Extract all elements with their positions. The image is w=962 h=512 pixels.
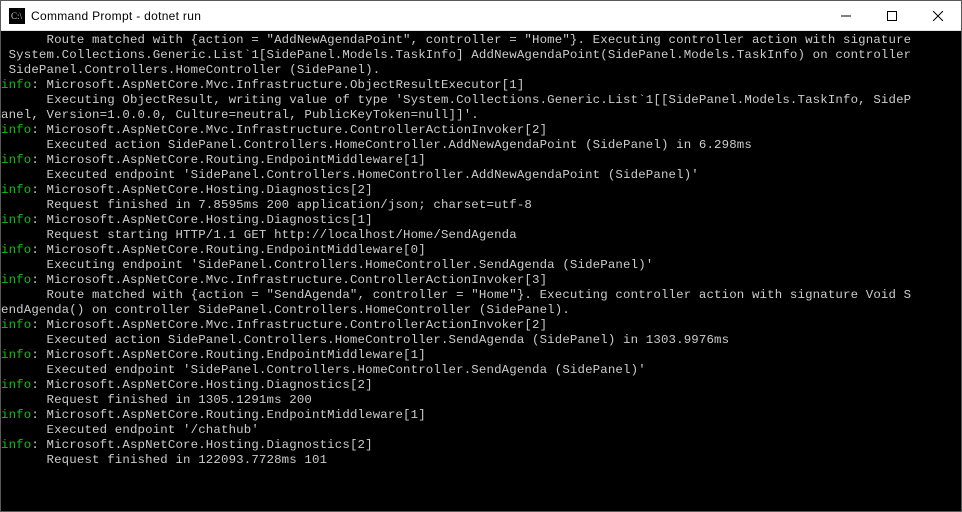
log-text: : Microsoft.AspNetCore.Routing.EndpointM… [31, 408, 425, 422]
terminal-output[interactable]: Route matched with {action = "AddNewAgen… [1, 31, 961, 511]
log-line: Request finished in 1305.1291ms 200 [1, 393, 961, 408]
log-line: info: Microsoft.AspNetCore.Mvc.Infrastru… [1, 318, 961, 333]
log-line: Route matched with {action = "SendAgenda… [1, 288, 961, 303]
log-text: System.Collections.Generic.List`1[SidePa… [1, 48, 911, 62]
log-line: info: Microsoft.AspNetCore.Mvc.Infrastru… [1, 123, 961, 138]
log-level-info: info [1, 153, 31, 167]
log-text: : Microsoft.AspNetCore.Routing.EndpointM… [31, 348, 425, 362]
log-line: Executed endpoint 'SidePanel.Controllers… [1, 168, 961, 183]
log-text: Executed action SidePanel.Controllers.Ho… [1, 138, 752, 152]
svg-text:C:\: C:\ [11, 11, 23, 21]
log-text: Route matched with {action = "AddNewAgen… [1, 33, 911, 47]
log-text: : Microsoft.AspNetCore.Mvc.Infrastructur… [31, 318, 547, 332]
log-text: endAgenda() on controller SidePanel.Cont… [1, 303, 570, 317]
log-line: SidePanel.Controllers.HomeController (Si… [1, 63, 961, 78]
log-level-info: info [1, 408, 31, 422]
log-level-info: info [1, 183, 31, 197]
minimize-button[interactable] [823, 1, 869, 31]
log-level-info: info [1, 213, 31, 227]
log-line: System.Collections.Generic.List`1[SidePa… [1, 48, 961, 63]
log-text: Request finished in 122093.7728ms 101 [1, 453, 327, 467]
log-line: endAgenda() on controller SidePanel.Cont… [1, 303, 961, 318]
log-line: info: Microsoft.AspNetCore.Hosting.Diagn… [1, 378, 961, 393]
log-line: info: Microsoft.AspNetCore.Mvc.Infrastru… [1, 273, 961, 288]
log-level-info: info [1, 123, 31, 137]
log-line: anel, Version=1.0.0.0, Culture=neutral, … [1, 108, 961, 123]
log-line: Request finished in 7.8595ms 200 applica… [1, 198, 961, 213]
log-text: Request finished in 7.8595ms 200 applica… [1, 198, 532, 212]
log-level-info: info [1, 273, 31, 287]
log-text: : Microsoft.AspNetCore.Mvc.Infrastructur… [31, 123, 547, 137]
log-level-info: info [1, 318, 31, 332]
titlebar[interactable]: C:\ Command Prompt - dotnet run [1, 1, 961, 31]
log-line: info: Microsoft.AspNetCore.Routing.Endpo… [1, 153, 961, 168]
window-title: Command Prompt - dotnet run [31, 9, 201, 23]
minimize-icon [841, 11, 851, 21]
log-text: : Microsoft.AspNetCore.Routing.EndpointM… [31, 243, 425, 257]
log-line: info: Microsoft.AspNetCore.Hosting.Diagn… [1, 213, 961, 228]
log-text: anel, Version=1.0.0.0, Culture=neutral, … [1, 108, 479, 122]
log-text: Executing ObjectResult, writing value of… [1, 93, 911, 107]
log-text: Route matched with {action = "SendAgenda… [1, 288, 911, 302]
log-level-info: info [1, 438, 31, 452]
log-level-info: info [1, 78, 31, 92]
log-text: Executing endpoint 'SidePanel.Controller… [1, 258, 653, 272]
log-text: : Microsoft.AspNetCore.Mvc.Infrastructur… [31, 78, 524, 92]
log-line: info: Microsoft.AspNetCore.Routing.Endpo… [1, 348, 961, 363]
log-line: Request starting HTTP/1.1 GET http://loc… [1, 228, 961, 243]
cmd-icon: C:\ [9, 8, 25, 24]
log-line: Request finished in 122093.7728ms 101 [1, 453, 961, 468]
log-text: : Microsoft.AspNetCore.Hosting.Diagnosti… [31, 183, 372, 197]
log-text: Executed endpoint 'SidePanel.Controllers… [1, 363, 646, 377]
log-line: info: Microsoft.AspNetCore.Mvc.Infrastru… [1, 78, 961, 93]
log-text: Executed endpoint 'SidePanel.Controllers… [1, 168, 699, 182]
log-text: : Microsoft.AspNetCore.Mvc.Infrastructur… [31, 273, 547, 287]
log-level-info: info [1, 243, 31, 257]
log-line: Executing ObjectResult, writing value of… [1, 93, 961, 108]
log-line: info: Microsoft.AspNetCore.Routing.Endpo… [1, 408, 961, 423]
log-text: Request finished in 1305.1291ms 200 [1, 393, 312, 407]
log-text: : Microsoft.AspNetCore.Hosting.Diagnosti… [31, 378, 372, 392]
log-text: : Microsoft.AspNetCore.Hosting.Diagnosti… [31, 213, 372, 227]
close-icon [933, 11, 943, 21]
log-line: info: Microsoft.AspNetCore.Routing.Endpo… [1, 243, 961, 258]
log-level-info: info [1, 378, 31, 392]
maximize-icon [887, 11, 897, 21]
log-level-info: info [1, 348, 31, 362]
log-text: Executed endpoint '/chathub' [1, 423, 259, 437]
close-button[interactable] [915, 1, 961, 31]
log-text: : Microsoft.AspNetCore.Routing.EndpointM… [31, 153, 425, 167]
log-text: : Microsoft.AspNetCore.Hosting.Diagnosti… [31, 438, 372, 452]
log-line: Executed action SidePanel.Controllers.Ho… [1, 333, 961, 348]
log-text: Executed action SidePanel.Controllers.Ho… [1, 333, 729, 347]
maximize-button[interactable] [869, 1, 915, 31]
cmd-window: C:\ Command Prompt - dotnet run Route ma… [0, 0, 962, 512]
log-line: Executing endpoint 'SidePanel.Controller… [1, 258, 961, 273]
log-line: Executed endpoint '/chathub' [1, 423, 961, 438]
log-text: Request starting HTTP/1.1 GET http://loc… [1, 228, 517, 242]
log-line: info: Microsoft.AspNetCore.Hosting.Diagn… [1, 438, 961, 453]
log-text: SidePanel.Controllers.HomeController (Si… [1, 63, 380, 77]
log-line: Executed action SidePanel.Controllers.Ho… [1, 138, 961, 153]
log-line: Route matched with {action = "AddNewAgen… [1, 33, 961, 48]
log-line: info: Microsoft.AspNetCore.Hosting.Diagn… [1, 183, 961, 198]
log-line: Executed endpoint 'SidePanel.Controllers… [1, 363, 961, 378]
